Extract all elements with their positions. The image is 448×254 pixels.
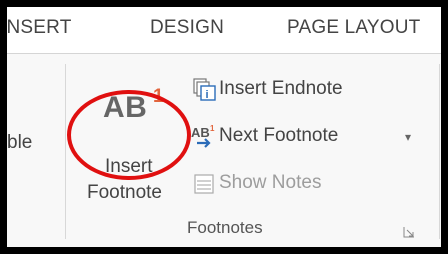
next-footnote-icon: AB 1 bbox=[191, 124, 215, 148]
group-separator-right bbox=[439, 64, 440, 239]
tab-design[interactable]: DESIGN bbox=[150, 17, 224, 39]
chevron-down-icon[interactable]: ▾ bbox=[405, 130, 411, 144]
svg-text:AB: AB bbox=[191, 125, 210, 140]
show-notes-icon bbox=[194, 174, 214, 194]
screenshot-frame: INSERT DESIGN PAGE LAYOUT ble AB 1 Inser… bbox=[7, 7, 441, 247]
ribbon-panel: ble AB 1 Insert Footnote i Insert Endnot… bbox=[7, 54, 441, 247]
tab-page-layout[interactable]: PAGE LAYOUT bbox=[287, 17, 420, 39]
next-footnote-label: Next Footnote bbox=[219, 125, 339, 146]
footnotes-group-label: Footnotes bbox=[187, 218, 263, 237]
insert-footnote-label-line2: Footnote bbox=[87, 182, 162, 203]
group-separator bbox=[65, 64, 66, 239]
insert-endnote-button[interactable]: i Insert Endnote bbox=[189, 76, 379, 104]
svg-text:i: i bbox=[206, 89, 209, 101]
svg-text:1: 1 bbox=[210, 124, 215, 133]
partial-button-label[interactable]: ble bbox=[7, 132, 32, 154]
insert-endnote-label: Insert Endnote bbox=[219, 78, 343, 99]
highlight-circle bbox=[67, 90, 191, 180]
next-footnote-button[interactable]: AB 1 Next Footnote ▾ bbox=[189, 123, 419, 151]
tab-insert[interactable]: INSERT bbox=[7, 17, 72, 39]
dialog-launcher-icon[interactable] bbox=[403, 226, 415, 238]
ribbon-tab-bar: INSERT DESIGN PAGE LAYOUT bbox=[7, 7, 441, 54]
insert-endnote-icon: i bbox=[193, 78, 216, 101]
show-notes-button: Show Notes bbox=[189, 170, 379, 198]
show-notes-label: Show Notes bbox=[219, 172, 322, 193]
